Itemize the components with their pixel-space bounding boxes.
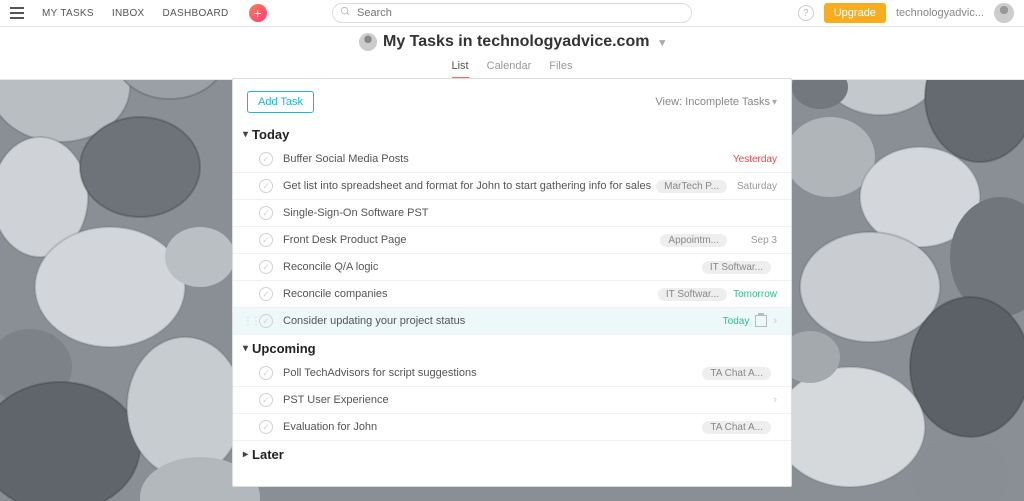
project-tag[interactable]: TA Chat A... (702, 421, 771, 434)
task-title: Poll TechAdvisors for script suggestions (283, 367, 702, 379)
project-tag[interactable]: Appointm... (660, 234, 727, 247)
nav-mytasks[interactable]: MY TASKS (42, 8, 94, 19)
account-label[interactable]: technologyadvic... (896, 7, 984, 19)
task-row[interactable]: ✓ Front Desk Product PageAppointm... Sep 3 (233, 227, 791, 254)
triangle-right-icon: ▸ (243, 449, 248, 460)
view-selector[interactable]: View: Incomplete Tasks▾ (655, 96, 777, 108)
tab-calendar[interactable]: Calendar (487, 60, 532, 79)
due-date: Saturday (733, 181, 777, 192)
chevron-right-icon[interactable]: › (773, 394, 777, 406)
section-later[interactable]: ▸ Later (233, 441, 791, 466)
page-title: My Tasks in technologyadvice.com (383, 33, 649, 51)
search-input[interactable] (332, 3, 692, 23)
task-row[interactable]: ✓ Buffer Social Media PostsYesterday (233, 146, 791, 173)
triangle-down-icon: ▾ (243, 129, 248, 140)
nav-dashboard[interactable]: DASHBOARD (163, 8, 229, 19)
task-panel: Add Task View: Incomplete Tasks▾ ▾ Today… (232, 78, 792, 487)
complete-checkbox[interactable]: ✓ (259, 314, 273, 328)
drag-handle-icon[interactable]: ⋮⋮ (243, 316, 259, 327)
task-row[interactable]: ✓ Reconcile companiesIT Softwar... Tomorro… (233, 281, 791, 308)
due-date: Tomorrow (733, 289, 777, 300)
task-row[interactable]: ⋮⋮✓ Consider updating your project status… (233, 308, 791, 335)
task-title: Evaluation for John (283, 421, 702, 433)
task-row[interactable]: ✓ Reconcile Q/A logicIT Softwar... (233, 254, 791, 281)
section-upcoming[interactable]: ▾ Upcoming (233, 335, 791, 360)
project-tag[interactable]: IT Softwar... (702, 261, 771, 274)
task-row[interactable]: ✓ PST User Experience › (233, 387, 791, 414)
search-icon (340, 6, 351, 20)
help-icon[interactable]: ? (798, 5, 814, 21)
triangle-down-icon: ▾ (243, 343, 248, 354)
project-tag[interactable]: IT Softwar... (658, 288, 727, 301)
task-row[interactable]: ✓ Poll TechAdvisors for script suggestion… (233, 360, 791, 387)
title-avatar (359, 33, 377, 51)
due-date: Today (705, 316, 749, 327)
task-title: Reconcile Q/A logic (283, 261, 702, 273)
section-today[interactable]: ▾ Today (233, 121, 791, 146)
upgrade-button[interactable]: Upgrade (824, 3, 886, 23)
complete-checkbox[interactable]: ✓ (259, 393, 273, 407)
complete-checkbox[interactable]: ✓ (259, 260, 273, 274)
task-row[interactable]: ✓ Get list into spreadsheet and format fo… (233, 173, 791, 200)
chevron-down-icon[interactable]: ▾ (659, 36, 665, 49)
project-tag[interactable]: TA Chat A... (702, 367, 771, 380)
due-date: Sep 3 (733, 235, 777, 246)
add-icon[interactable]: + (249, 4, 267, 22)
section-later-label: Later (252, 447, 284, 462)
task-title: Front Desk Product Page (283, 234, 660, 246)
complete-checkbox[interactable]: ✓ (259, 420, 273, 434)
view-selector-label: View: Incomplete Tasks (655, 96, 770, 108)
avatar[interactable] (994, 3, 1014, 23)
project-tag[interactable]: MarTech P... (656, 180, 727, 193)
task-title: Consider updating your project status (283, 315, 705, 327)
complete-checkbox[interactable]: ✓ (259, 287, 273, 301)
task-title: Reconcile companies (283, 288, 658, 300)
tab-list[interactable]: List (452, 60, 469, 79)
due-date: Yesterday (733, 154, 777, 165)
complete-checkbox[interactable]: ✓ (259, 179, 273, 193)
section-upcoming-label: Upcoming (252, 341, 316, 356)
complete-checkbox[interactable]: ✓ (259, 233, 273, 247)
top-bar: MY TASKS INBOX DASHBOARD + ? Upgrade tec… (0, 0, 1024, 27)
tab-files[interactable]: Files (549, 60, 572, 79)
task-title: Buffer Social Media Posts (283, 153, 733, 165)
calendar-icon[interactable] (755, 315, 767, 327)
page-header: My Tasks in technologyadvice.com ▾ List … (0, 27, 1024, 80)
task-row[interactable]: ✓ Single-Sign-On Software PST (233, 200, 791, 227)
nav-inbox[interactable]: INBOX (112, 8, 145, 19)
section-today-label: Today (252, 127, 289, 142)
chevron-right-icon[interactable]: › (773, 315, 777, 327)
task-title: Single-Sign-On Software PST (283, 207, 777, 219)
add-task-button[interactable]: Add Task (247, 91, 314, 113)
complete-checkbox[interactable]: ✓ (259, 366, 273, 380)
task-row[interactable]: ✓ Evaluation for JohnTA Chat A... (233, 414, 791, 441)
upcoming-task-list: ✓ Poll TechAdvisors for script suggestion… (233, 360, 791, 441)
task-title: PST User Experience (283, 394, 767, 406)
complete-checkbox[interactable]: ✓ (259, 152, 273, 166)
chevron-down-icon: ▾ (772, 97, 777, 108)
menu-icon[interactable] (10, 7, 24, 19)
today-task-list: ✓ Buffer Social Media PostsYesterday ✓ Get … (233, 146, 791, 335)
task-title: Get list into spreadsheet and format for… (283, 180, 656, 192)
complete-checkbox[interactable]: ✓ (259, 206, 273, 220)
